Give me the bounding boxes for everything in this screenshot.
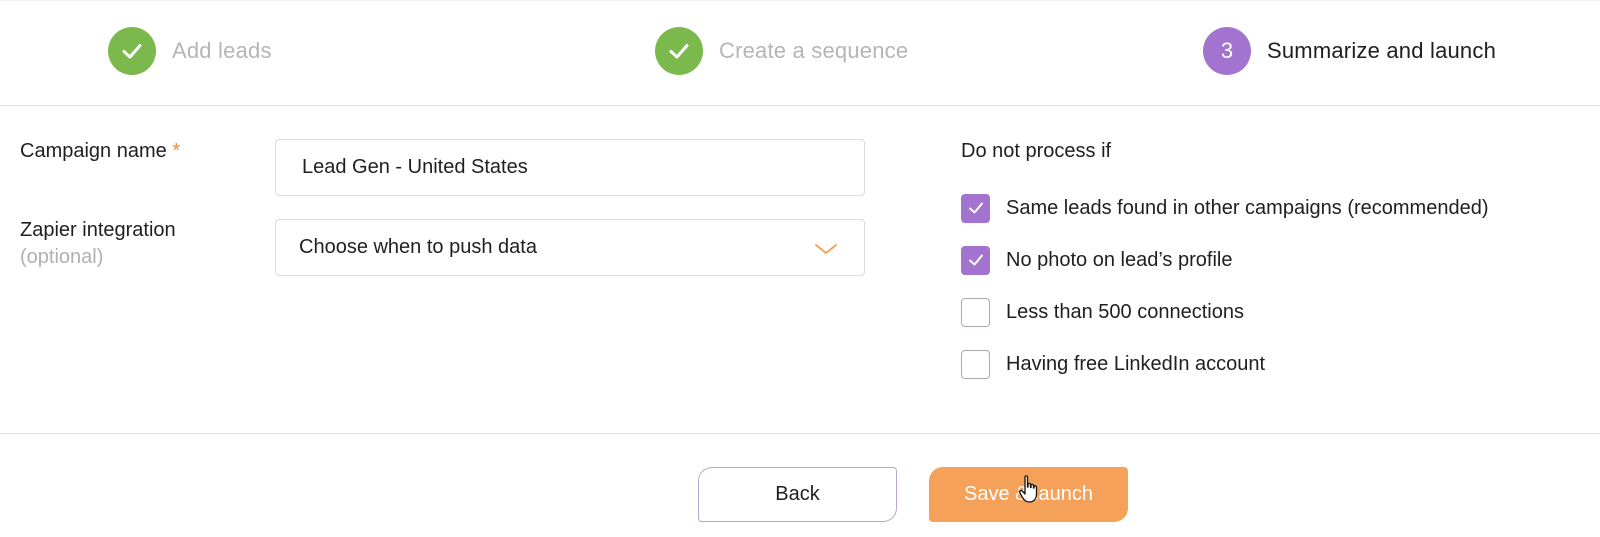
do-not-process-title: Do not process if xyxy=(961,140,1112,162)
required-mark: * xyxy=(172,140,181,162)
check-icon xyxy=(108,27,156,75)
check-icon xyxy=(968,254,983,266)
footer-divider xyxy=(0,433,1600,434)
optional-hint: (optional) xyxy=(20,246,104,268)
check-icon xyxy=(968,202,983,214)
step-number-badge: 3 xyxy=(1203,27,1251,75)
option-label: Having free LinkedIn account xyxy=(1006,352,1266,375)
step-create-sequence[interactable]: Create a sequence xyxy=(655,27,908,75)
option-label: Same leads found in other campaigns (rec… xyxy=(1006,196,1489,219)
option-label: No photo on lead’s profile xyxy=(1006,248,1233,271)
option-label: Less than 500 connections xyxy=(1006,300,1244,323)
checkbox-checked[interactable] xyxy=(961,245,990,275)
option-same-leads[interactable]: Same leads found in other campaigns (rec… xyxy=(961,193,1488,223)
back-button[interactable]: Back xyxy=(698,467,897,522)
checkbox-unchecked[interactable] xyxy=(961,349,990,379)
step-label: Summarize and launch xyxy=(1267,38,1497,63)
campaign-name-label: Campaign name * xyxy=(20,140,180,163)
checkbox-unchecked[interactable] xyxy=(961,297,990,327)
option-less-500-connections[interactable]: Less than 500 connections xyxy=(961,297,1244,327)
checkbox-checked[interactable] xyxy=(961,193,990,223)
zapier-integration-label: Zapier integration (optional) xyxy=(20,219,176,269)
progress-stepper: Add leads Create a sequence 3 Summarize … xyxy=(0,0,1600,106)
step-label: Create a sequence xyxy=(719,38,909,63)
option-free-linkedin[interactable]: Having free LinkedIn account xyxy=(961,349,1265,379)
campaign-name-input[interactable]: Lead Gen - United States xyxy=(275,139,865,196)
option-no-photo[interactable]: No photo on lead’s profile xyxy=(961,245,1232,275)
hand-cursor-icon xyxy=(1018,475,1038,503)
zapier-select[interactable]: Choose when to push data xyxy=(275,219,865,276)
step-add-leads[interactable]: Add leads xyxy=(108,27,272,75)
chevron-down-icon xyxy=(815,244,837,254)
check-icon xyxy=(655,27,703,75)
step-summarize-launch[interactable]: 3 Summarize and launch xyxy=(1203,27,1496,75)
zapier-selected-value: Choose when to push data xyxy=(299,236,537,258)
zapier-label-text: Zapier integration xyxy=(20,219,176,241)
campaign-name-value: Lead Gen - United States xyxy=(302,156,528,178)
campaign-name-label-text: Campaign name xyxy=(20,140,167,162)
step-label: Add leads xyxy=(172,38,272,63)
